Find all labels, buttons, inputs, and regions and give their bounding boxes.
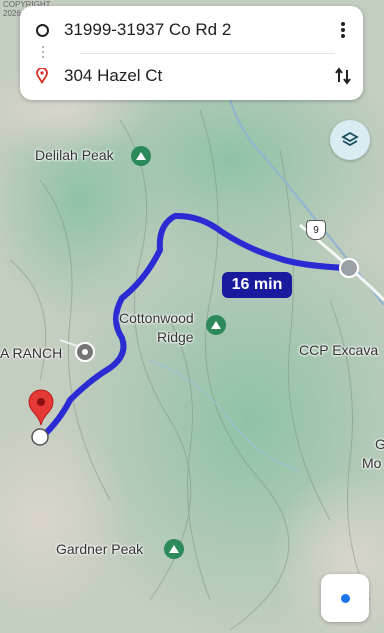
layers-icon [341,131,359,147]
origin-field[interactable]: 31999-31937 Co Rd 2 [64,20,323,40]
layers-button[interactable] [330,120,370,160]
label-ranch: A RANCH [0,345,63,361]
highway-shield: 9 [306,220,326,240]
peak-icon [131,146,151,166]
label-cottonwood: Cottonwood [119,310,194,326]
more-options-button[interactable] [323,10,363,50]
destination-field[interactable]: 304 Hazel Ct [64,66,323,86]
circle-outline-icon [35,23,49,37]
label-gardner-peak: Gardner Peak [56,541,144,557]
label-ridge: Ridge [157,329,194,345]
swap-vert-icon [335,67,351,85]
my-location-icon [340,593,350,603]
my-location-button[interactable] [321,574,369,622]
peak-icon [206,315,226,335]
label-edge-mo: Mo [362,455,382,471]
directions-card: 31999-31937 Co Rd 2 304 Hazel Ct [20,6,363,100]
route-start-marker [339,258,359,278]
divider [80,53,335,54]
red-pin-icon [36,68,48,84]
peak-icon [164,539,184,559]
route-duration-badge[interactable]: 16 min [222,272,292,298]
label-edge-g: G [375,436,384,452]
swap-button[interactable] [323,56,363,96]
more-vert-icon [341,22,345,38]
label-ccp-excavating: CCP Excava [299,342,379,358]
route-end-marker [31,428,49,446]
label-delilah-peak: Delilah Peak [35,147,114,163]
